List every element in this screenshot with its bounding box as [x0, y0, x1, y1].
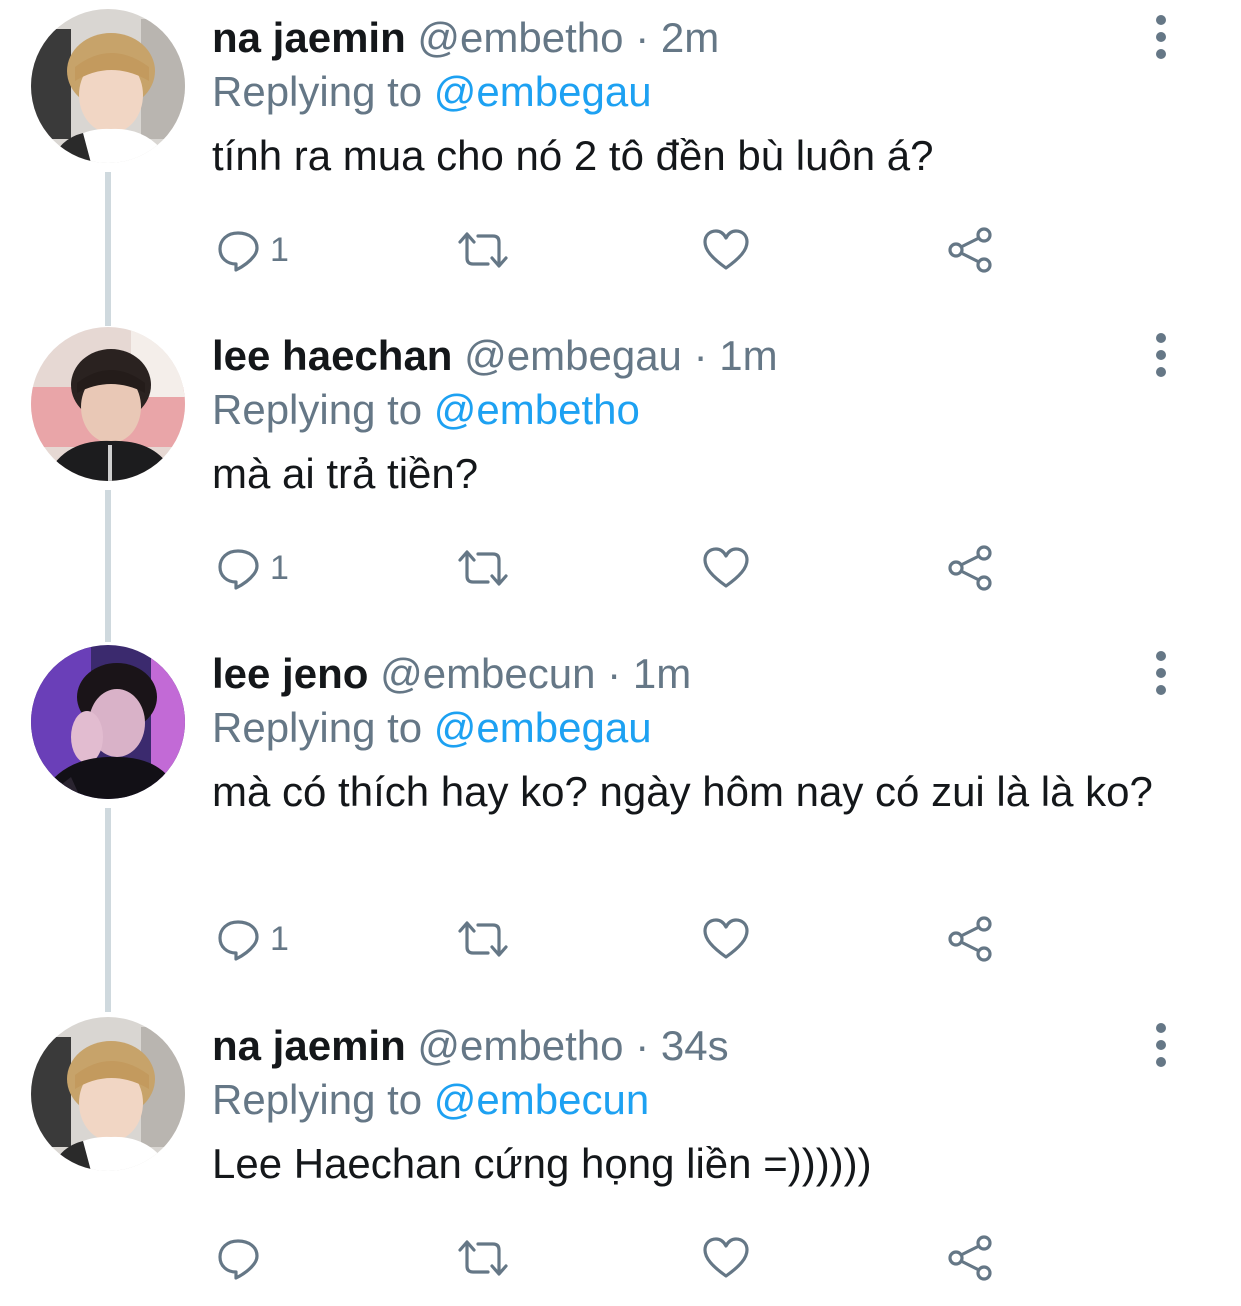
replying-label: Replying to: [212, 68, 423, 115]
replying-to-handle[interactable]: @embegau: [434, 704, 652, 751]
retweet-button[interactable]: [456, 911, 510, 967]
tweet[interactable]: na jaemin @embetho · 34s Replying to @em…: [0, 1008, 1241, 1306]
share-button[interactable]: [946, 540, 994, 596]
share-icon: [946, 544, 994, 592]
more-icon[interactable]: [1148, 332, 1174, 378]
reply-button[interactable]: [216, 1230, 270, 1286]
replying-label: Replying to: [212, 386, 423, 433]
tweet-actions: 1: [212, 911, 1032, 967]
tweet[interactable]: na jaemin @embetho · 2m Replying to @emb…: [0, 0, 1241, 318]
user-handle[interactable]: @embecun: [380, 650, 595, 697]
retweet-icon: [456, 1236, 510, 1280]
share-button[interactable]: [946, 222, 994, 278]
retweet-button[interactable]: [456, 1230, 510, 1286]
more-icon[interactable]: [1148, 14, 1174, 60]
separator-dot: ·: [635, 14, 650, 61]
retweet-button[interactable]: [456, 540, 510, 596]
replying-to-handle[interactable]: @embegau: [434, 68, 652, 115]
replying-to-handle[interactable]: @embetho: [434, 386, 640, 433]
tweet-header: na jaemin @embetho · 2m: [212, 12, 719, 64]
replying-to: Replying to @embetho: [212, 384, 640, 436]
reply-icon: [216, 546, 260, 590]
tweet-text: Lee Haechan cứng họng liền =)))))): [212, 1140, 872, 1187]
avatar[interactable]: [31, 645, 185, 799]
reply-button[interactable]: 1: [216, 222, 289, 278]
reply-icon: [216, 1236, 260, 1280]
like-icon: [702, 917, 750, 961]
reply-button[interactable]: 1: [216, 540, 289, 596]
retweet-icon: [456, 546, 510, 590]
reply-count: 1: [270, 230, 289, 269]
reply-icon: [216, 917, 260, 961]
separator-dot: ·: [607, 650, 622, 697]
replying-to: Replying to @embecun: [212, 1074, 649, 1126]
tweet-text: tính ra mua cho nó 2 tô đền bù luôn á?: [212, 132, 934, 179]
replying-label: Replying to: [212, 1076, 423, 1123]
tweet-header: lee haechan @embegau · 1m: [212, 330, 778, 382]
like-button[interactable]: [702, 911, 750, 967]
replying-to: Replying to @embegau: [212, 66, 652, 118]
like-button[interactable]: [702, 1230, 750, 1286]
user-handle[interactable]: @embetho: [417, 14, 623, 61]
share-icon: [946, 226, 994, 274]
retweet-icon: [456, 228, 510, 272]
replying-label: Replying to: [212, 704, 423, 751]
avatar[interactable]: [31, 9, 185, 163]
timestamp[interactable]: 1m: [719, 332, 777, 379]
share-button[interactable]: [946, 1230, 994, 1286]
user-handle[interactable]: @embegau: [464, 332, 682, 379]
tweet-text: mà có thích hay ko? ngày hôm nay có zui …: [212, 768, 1153, 815]
separator-dot: ·: [693, 332, 708, 379]
separator-dot: ·: [635, 1022, 650, 1069]
reply-count: 1: [270, 919, 289, 958]
display-name[interactable]: lee jeno: [212, 650, 368, 697]
reply-count: 1: [270, 548, 289, 587]
tweet-header: lee jeno @embecun · 1m: [212, 648, 691, 700]
tweet-actions: [212, 1230, 1032, 1286]
avatar[interactable]: [31, 1017, 185, 1171]
tweet[interactable]: lee jeno @embecun · 1m Replying to @embe…: [0, 636, 1241, 1008]
share-icon: [946, 1234, 994, 1282]
display-name[interactable]: lee haechan: [212, 332, 452, 379]
replying-to-handle[interactable]: @embecun: [434, 1076, 649, 1123]
more-icon[interactable]: [1148, 1022, 1174, 1068]
timestamp[interactable]: 1m: [633, 650, 691, 697]
like-icon: [702, 1236, 750, 1280]
replying-to: Replying to @embegau: [212, 702, 652, 754]
display-name[interactable]: na jaemin: [212, 1022, 406, 1069]
retweet-button[interactable]: [456, 222, 510, 278]
share-icon: [946, 915, 994, 963]
like-icon: [702, 546, 750, 590]
tweet[interactable]: lee haechan @embegau · 1m Replying to @e…: [0, 318, 1241, 636]
tweet-header: na jaemin @embetho · 34s: [212, 1020, 729, 1072]
timestamp[interactable]: 34s: [661, 1022, 729, 1069]
like-button[interactable]: [702, 540, 750, 596]
reply-icon: [216, 228, 260, 272]
tweet-actions: 1: [212, 540, 1032, 596]
tweet-actions: 1: [212, 222, 1032, 278]
avatar[interactable]: [31, 327, 185, 481]
display-name[interactable]: na jaemin: [212, 14, 406, 61]
user-handle[interactable]: @embetho: [417, 1022, 623, 1069]
like-button[interactable]: [702, 222, 750, 278]
like-icon: [702, 228, 750, 272]
reply-button[interactable]: 1: [216, 911, 289, 967]
retweet-icon: [456, 917, 510, 961]
more-icon[interactable]: [1148, 650, 1174, 696]
timestamp[interactable]: 2m: [661, 14, 719, 61]
share-button[interactable]: [946, 911, 994, 967]
tweet-text: mà ai trả tiền?: [212, 450, 479, 497]
